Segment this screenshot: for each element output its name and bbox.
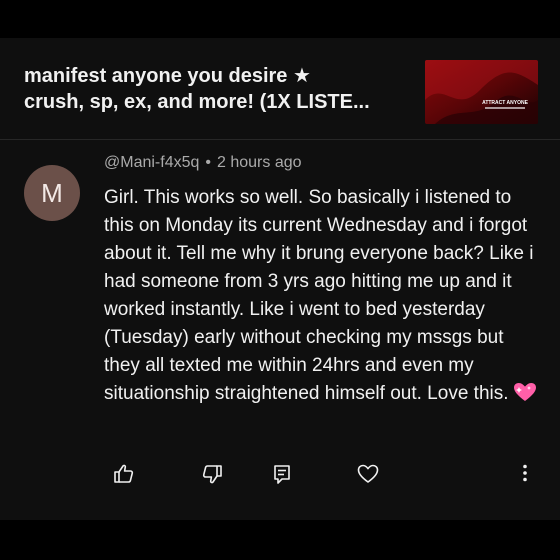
comment-text: Girl. This works so well. So basically i… (104, 187, 534, 404)
thumbs-up-icon[interactable] (112, 462, 136, 486)
video-title[interactable]: manifest anyone you desire ★ crush, sp, … (24, 63, 416, 115)
comment-actions (0, 458, 560, 494)
thumbs-down-icon[interactable] (200, 462, 224, 486)
divider (0, 139, 560, 140)
reply-icon[interactable] (270, 462, 294, 486)
more-vertical-icon[interactable] (513, 462, 537, 486)
comment-timestamp[interactable]: 2 hours ago (217, 154, 302, 171)
heart-icon[interactable] (356, 462, 380, 486)
comment-meta: @Mani-f4x5q • 2 hours ago (104, 152, 302, 174)
comment-panel: manifest anyone you desire ★ crush, sp, … (0, 38, 560, 520)
meta-separator: • (205, 154, 211, 171)
thumbnail-text: ATTRACT ANYONE (482, 100, 528, 106)
video-thumbnail[interactable]: ATTRACT ANYONE (425, 60, 538, 124)
comment-author[interactable]: @Mani-f4x5q (104, 154, 199, 171)
sparkling-heart-icon (513, 382, 537, 402)
avatar[interactable]: M (24, 165, 80, 221)
comment-body: Girl. This works so well. So basically i… (104, 184, 544, 408)
